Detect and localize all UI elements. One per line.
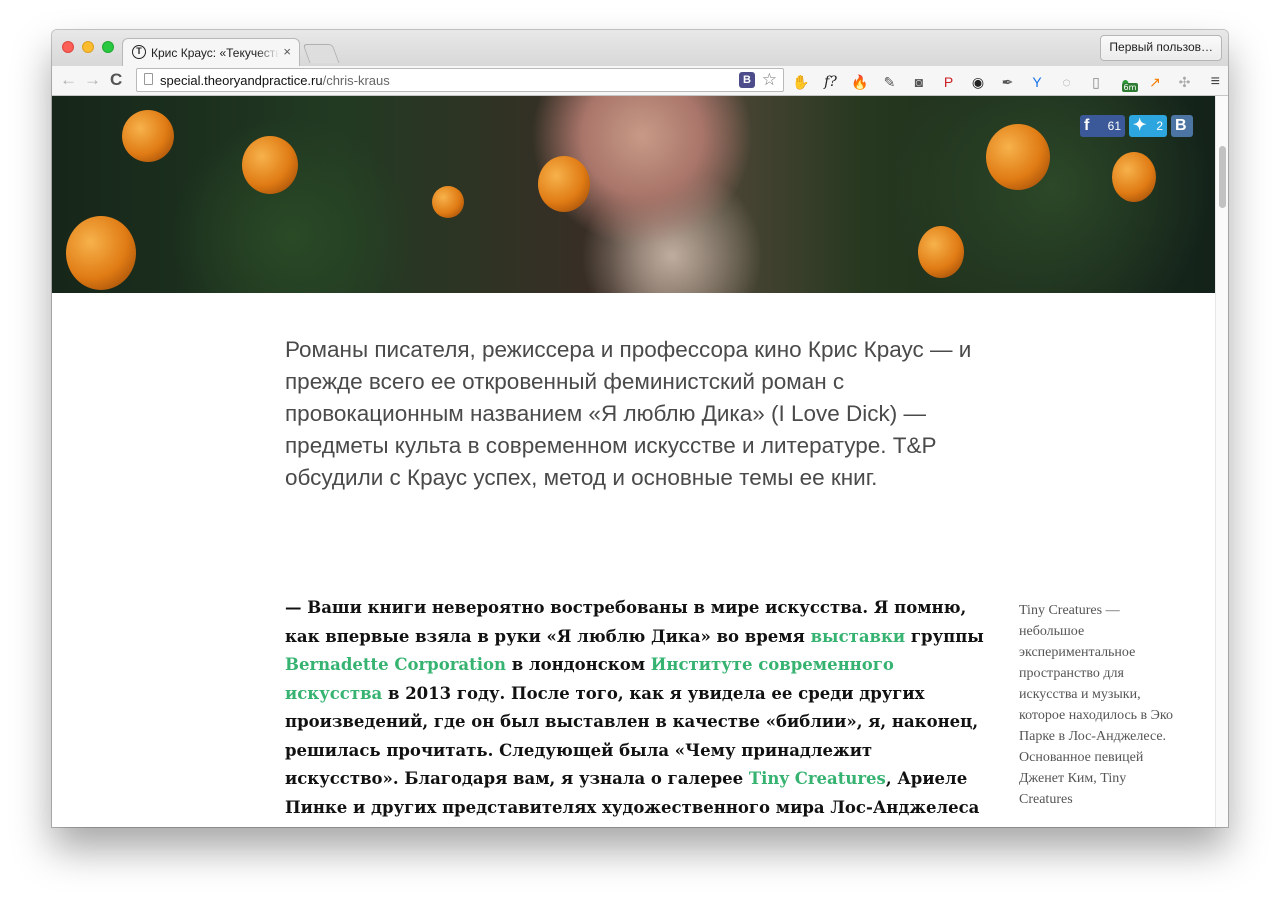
badge-ext-icon[interactable]: ● 6m: [1117, 73, 1139, 92]
forward-arrow-icon[interactable]: →: [84, 70, 101, 90]
orange-decoration: [1112, 152, 1156, 202]
eyedropper-icon[interactable]: ✒: [999, 73, 1017, 91]
article-lead: Романы писателя, режиссера и профессора …: [285, 337, 972, 490]
link-tiny-creatures[interactable]: Tiny Creatures: [749, 769, 886, 788]
url-host: special.theoryandpractice.ru: [160, 73, 323, 88]
orange-decoration: [432, 186, 464, 218]
reader-icon[interactable]: ▯: [1087, 73, 1105, 91]
menu-icon[interactable]: ≡: [1211, 73, 1220, 91]
evernote-icon[interactable]: ✎: [881, 73, 899, 91]
browser-toolbar: ← → C special.theoryandpractice.ru/chris…: [52, 66, 1228, 96]
vk-share-button[interactable]: В: [1171, 115, 1193, 137]
bookmark-star-icon[interactable]: ☆: [762, 70, 777, 90]
vk-extension-icon[interactable]: В: [739, 72, 755, 88]
vk-icon: В: [1175, 117, 1187, 134]
address-bar[interactable]: special.theoryandpractice.ru/chris-kraus…: [136, 68, 784, 92]
browser-window: T Крис Краус: «Текучесть — × Первый поль…: [52, 30, 1228, 827]
close-window-button[interactable]: [62, 41, 74, 53]
paw-icon[interactable]: ✣: [1176, 73, 1194, 91]
tab-strip: T Крис Краус: «Текучесть — × Первый поль…: [52, 30, 1228, 66]
tab-close-icon[interactable]: ×: [283, 44, 291, 59]
reload-icon[interactable]: C: [110, 70, 122, 90]
facebook-icon: f: [1084, 117, 1090, 134]
profile-button[interactable]: Первый пользов…: [1100, 35, 1222, 61]
yandex-icon[interactable]: Y: [1028, 73, 1046, 91]
scrollbar-thumb[interactable]: [1219, 146, 1226, 208]
adblock-icon[interactable]: ✋: [792, 73, 810, 91]
pinterest-icon[interactable]: P: [940, 73, 958, 91]
active-tab[interactable]: T Крис Краус: «Текучесть — ×: [122, 38, 300, 66]
lens-icon[interactable]: ◉: [969, 73, 987, 91]
extension-badge: 6m: [1121, 83, 1139, 92]
page-scrollbar[interactable]: [1215, 96, 1228, 827]
orange-decoration: [66, 216, 136, 290]
page-icon: [144, 73, 153, 85]
fontface-icon[interactable]: f?: [822, 73, 840, 91]
article-body: — Ваши книги невероятно востребованы в м…: [285, 594, 985, 827]
facebook-share-button[interactable]: f 61: [1080, 115, 1125, 137]
orange-decoration: [122, 110, 174, 162]
tab-title: Крис Краус: «Текучесть —: [151, 46, 279, 60]
link-bernadette-corporation[interactable]: Bernadette Corporation: [285, 655, 506, 674]
twitter-bird-icon: ✦: [1133, 117, 1147, 134]
page-content: f 61 ✦ 2 В Романы писателя, режиссера и …: [52, 96, 1215, 827]
twitter-share-count: 2: [1156, 119, 1163, 133]
url-text[interactable]: special.theoryandpractice.ru/chris-kraus: [160, 73, 390, 88]
orange-decoration: [918, 226, 964, 278]
spinner-icon[interactable]: ◌: [1058, 73, 1076, 91]
back-arrow-icon[interactable]: ←: [60, 70, 77, 90]
minimize-window-button[interactable]: [82, 41, 94, 53]
url-path: /chris-kraus: [322, 73, 390, 88]
fire-icon[interactable]: 🔥: [851, 73, 869, 91]
article-text: в лондонском: [506, 655, 651, 674]
zoom-window-button[interactable]: [102, 41, 114, 53]
sidenote: Tiny Creatures — небольшое экспериментал…: [1019, 603, 1173, 807]
pocket-icon[interactable]: ◙: [910, 73, 928, 91]
twitter-share-button[interactable]: ✦ 2: [1129, 115, 1167, 137]
facebook-share-count: 61: [1107, 119, 1121, 133]
hero-image: f 61 ✦ 2 В: [52, 96, 1215, 293]
link-exhibition[interactable]: выставки: [811, 627, 906, 646]
orange-decoration: [986, 124, 1050, 190]
stats-icon[interactable]: ↗: [1146, 73, 1164, 91]
orange-decoration: [242, 136, 298, 194]
tandp-favicon-icon: T: [132, 45, 146, 59]
new-tab-button[interactable]: [302, 44, 340, 63]
article-text: группы: [905, 626, 984, 646]
orange-decoration: [538, 156, 590, 212]
